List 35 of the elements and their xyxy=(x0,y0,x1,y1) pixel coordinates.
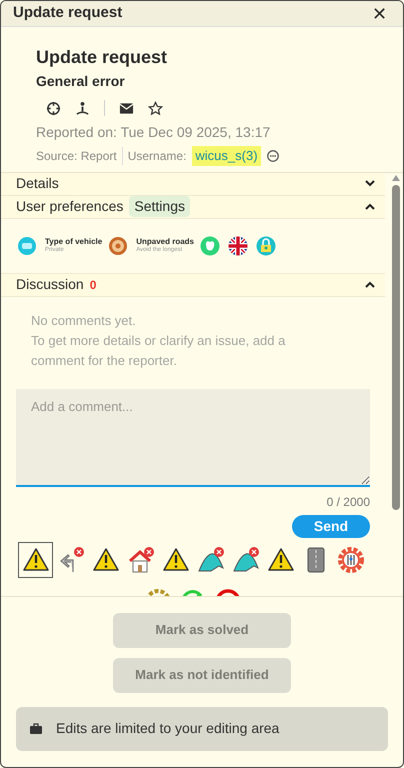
report-source: Source: Report xyxy=(36,146,123,165)
car-icon xyxy=(17,236,37,256)
section-title[interactable]: Details xyxy=(16,173,59,194)
warning-icon[interactable] xyxy=(18,542,53,578)
preference-title: Type of vehicle xyxy=(45,236,102,246)
comment-count: 0 xyxy=(90,276,96,294)
chevron-down-icon[interactable] xyxy=(365,180,375,187)
close-button[interactable]: ✕ xyxy=(368,4,391,22)
character-counter: 0 / 2000 xyxy=(326,494,370,510)
star-icon[interactable] xyxy=(148,100,163,116)
request-subtitle: General error xyxy=(36,72,126,91)
wheel-icon xyxy=(108,236,128,256)
comment-field[interactable]: Add a comment... xyxy=(16,388,370,486)
chat-icon[interactable] xyxy=(266,148,280,163)
briefcase-icon xyxy=(30,723,42,734)
person-pin-icon[interactable] xyxy=(75,100,90,116)
chevron-up-icon[interactable] xyxy=(365,203,375,210)
preference-title: Unpaved roads xyxy=(136,236,194,246)
settings-tag[interactable]: Settings xyxy=(129,196,190,217)
scroll-up-icon[interactable] xyxy=(392,174,400,180)
username-label: Username: xyxy=(126,148,188,165)
flag-icon xyxy=(228,236,248,256)
empty-message: No comments yet. xyxy=(31,312,137,330)
section-title[interactable]: User preferences xyxy=(16,196,124,217)
request-title: Update request xyxy=(36,46,168,69)
hint-text: To get more details or clarify an issue, add a comment for the reporter. xyxy=(31,332,286,370)
lock-icon xyxy=(256,236,276,256)
notice-text: Edits are limited to your editing area xyxy=(56,719,280,738)
apple-icon xyxy=(200,236,220,256)
envelope-icon[interactable] xyxy=(119,102,134,114)
crosshair-icon[interactable] xyxy=(46,100,61,116)
report-date: Reported on: Tue Dec 09 2025, 13:17 xyxy=(36,123,272,142)
section-title[interactable]: Discussion xyxy=(16,274,84,295)
chevron-up-icon[interactable] xyxy=(365,281,375,288)
window-title: Update request xyxy=(13,3,122,24)
